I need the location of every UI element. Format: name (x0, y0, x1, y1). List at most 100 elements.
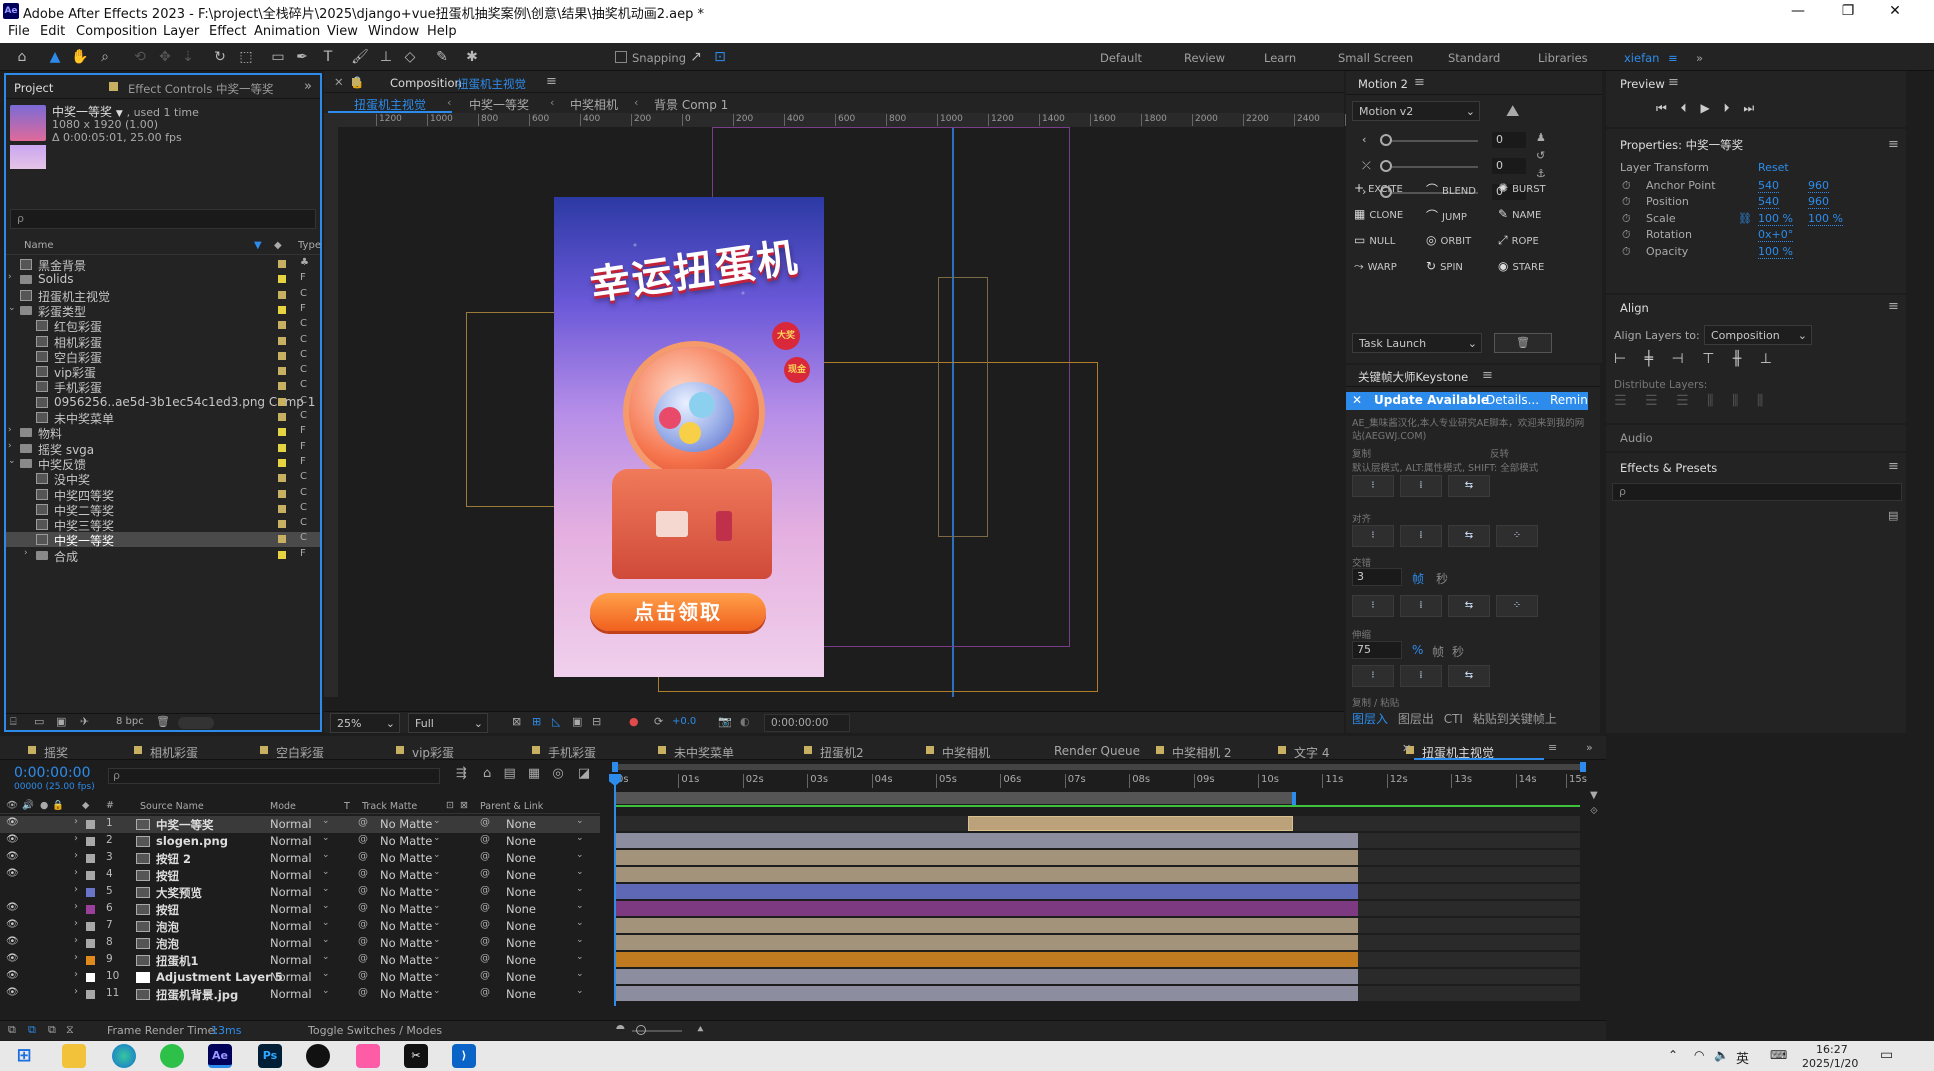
motion-null-button[interactable]: ▭ NULL (1354, 233, 1395, 253)
zoom-select[interactable]: 25% ⌄ (330, 713, 400, 733)
chevron-right-icon[interactable]: › (74, 901, 78, 912)
align-top-icon[interactable]: ⊤ (1702, 351, 1714, 367)
pick-whip-icon[interactable]: @ (480, 817, 490, 828)
parent-select[interactable]: None (506, 834, 536, 848)
keystone-align-button[interactable]: ⁘ (1496, 525, 1538, 547)
pick-whip-icon[interactable]: @ (480, 902, 490, 913)
eraser-tool-icon[interactable]: ◇ (400, 47, 420, 67)
list-item[interactable]: › Solids F (6, 272, 320, 287)
workspace-learn[interactable]: Learn (1264, 51, 1296, 65)
label-color-swatch[interactable] (86, 888, 95, 897)
next-frame-icon[interactable]: ⏵ (1724, 101, 1730, 115)
list-item[interactable]: 空白彩蛋 C (6, 349, 320, 365)
workspace-default[interactable]: Default (1100, 51, 1142, 65)
eye-icon[interactable]: 👁 (6, 817, 19, 828)
motion-name-button[interactable]: ✎ NAME (1498, 207, 1541, 227)
close-tab-icon[interactable]: ✕ (334, 75, 344, 89)
pick-whip-icon[interactable]: @ (480, 919, 490, 930)
tab-project[interactable]: Project (14, 81, 53, 95)
network-icon[interactable]: ◠ (1694, 1048, 1704, 1062)
layer-row[interactable]: 👁 › 10 Adjustment Layer 5 Normal ⌄ @ No Matte ⌄ @… (0, 969, 600, 986)
label-color-swatch[interactable] (278, 458, 286, 467)
layer-row[interactable]: 👁 › 3 按钮 2 Normal ⌄ @ No Matte ⌄ @ None ⌄ (0, 850, 600, 867)
track-matte-select[interactable]: No Matte (380, 970, 432, 984)
list-item[interactable]: ⌄ 中奖反馈 F (6, 456, 320, 472)
navigator-bar[interactable] (614, 764, 1584, 770)
layer-duration-bar[interactable] (614, 935, 1358, 950)
parent-select[interactable]: None (506, 936, 536, 950)
track-matte-select[interactable]: No Matte (380, 936, 432, 950)
align-bottom-icon[interactable]: ⊥ (1760, 351, 1772, 367)
menu-layer[interactable]: Layer (163, 24, 199, 39)
clock-date[interactable]: 2025/1/20 (1802, 1057, 1858, 1070)
distribute-right-icon[interactable]: ⫼ (1757, 393, 1763, 409)
eye-icon[interactable]: 👁 (6, 987, 19, 998)
parent-select[interactable]: None (506, 817, 536, 831)
track-matte-select[interactable]: No Matte (380, 885, 432, 899)
motion-blur-icon[interactable]: ◎ (552, 766, 563, 781)
stagger-input[interactable]: 3 (1352, 568, 1402, 586)
snapping-checkbox[interactable] (615, 51, 627, 63)
home-icon[interactable]: ⌂ (12, 47, 32, 67)
menu-window[interactable]: Window (368, 24, 419, 39)
label-color-swatch[interactable] (278, 351, 286, 360)
motion-rope-button[interactable]: ⤢ ROPE (1498, 233, 1539, 253)
property-value[interactable]: 100 % (1758, 212, 1793, 226)
new-folder-icon[interactable]: ▭ (34, 715, 44, 728)
ease-slider[interactable] (1382, 166, 1478, 168)
chevron-right-icon[interactable]: › (8, 272, 12, 282)
task-select[interactable]: Task Launch ⌄ (1352, 333, 1482, 353)
type-tool-icon[interactable]: T (318, 47, 338, 67)
keystone-align-button[interactable]: ⇆ (1448, 525, 1490, 547)
label-color-swatch[interactable] (278, 474, 286, 483)
list-item[interactable]: vip彩蛋 C (6, 364, 320, 380)
label-color-swatch[interactable] (278, 443, 286, 452)
chevron-right-icon[interactable]: › (74, 850, 78, 861)
motion-excite-button[interactable]: + EXCITE (1354, 181, 1403, 201)
eye-icon[interactable]: 👁 (6, 851, 19, 862)
breadcrumb-3[interactable]: 背景 Comp 1 (654, 96, 728, 113)
after-effects-icon[interactable]: Ae (208, 1044, 232, 1068)
draft-3d-icon[interactable]: ⌂ (483, 766, 491, 781)
anchor-icon[interactable]: ⚓ (1536, 167, 1546, 180)
chevron-right-icon[interactable]: › (74, 935, 78, 946)
stopwatch-icon[interactable]: ⏱ (1622, 195, 1631, 209)
slider-value[interactable]: 0 (1492, 158, 1526, 174)
distribute-bottom-icon[interactable]: ☰ (1676, 393, 1689, 409)
layer-name[interactable]: Adjustment Layer 5 (156, 970, 283, 984)
list-item[interactable]: 0956256..ae5d-3b1ec54c1ed3.png Comp 1C (6, 395, 320, 410)
layer-row[interactable]: 👁 › 8 泡泡 Normal ⌄ @ No Matte ⌄ @ None ⌄ (0, 935, 600, 952)
clone-stamp-tool-icon[interactable]: ⊥ (376, 47, 396, 67)
matte-alpha-icon[interactable]: ⊠ (460, 800, 468, 811)
label-color-swatch[interactable] (278, 504, 286, 513)
label-color-swatch[interactable] (278, 413, 286, 421)
list-item[interactable]: 中奖四等奖 C (6, 487, 320, 503)
label-color-swatch[interactable] (278, 382, 286, 391)
keyboard-icon[interactable]: ⌨ (1770, 1048, 1787, 1062)
motion-delete-button[interactable]: 🗑 (1494, 333, 1552, 353)
zoom-out-icon[interactable]: ⯊ (616, 1023, 625, 1037)
spiral-link-icon[interactable]: @ (358, 851, 368, 862)
stopwatch-icon[interactable]: ⏱ (1622, 228, 1631, 242)
motion-curve-icon[interactable]: ⛰ (1506, 101, 1519, 121)
layer-name[interactable]: 扭蛋机背景.jpg (156, 987, 238, 1003)
bpc-label[interactable]: 8 bpc (116, 716, 144, 727)
motion-spin-button[interactable]: ↻ SPIN (1426, 259, 1463, 279)
photoshop-icon[interactable]: Ps (258, 1044, 282, 1068)
work-area-bar[interactable] (614, 792, 1294, 804)
breadcrumb-1[interactable]: 中奖一等奖 (469, 96, 529, 113)
chevron-down-icon[interactable]: ⌄ (8, 456, 16, 466)
label-color-swatch[interactable] (86, 990, 95, 999)
minimize-button[interactable]: — (1775, 0, 1821, 22)
chevron-right-icon[interactable]: › (8, 441, 12, 451)
marker-icon[interactable]: ▼ (1590, 790, 1598, 801)
layer-row[interactable]: 👁 › 7 泡泡 Normal ⌄ @ No Matte ⌄ @ None ⌄ (0, 918, 600, 935)
workspace-menu-icon[interactable]: ≡ (1668, 51, 1678, 65)
puppet-tool-icon[interactable]: ✱ (462, 47, 482, 67)
stagger-frames[interactable]: 帧 (1412, 570, 1424, 587)
motion-clone-button[interactable]: ▦ CLONE (1354, 207, 1403, 227)
breadcrumb-main[interactable]: 扭蛋机主视觉 (354, 96, 426, 113)
property-value[interactable]: 0x+0° (1758, 228, 1794, 243)
label-color-swatch[interactable] (86, 973, 95, 982)
timeline-tab[interactable]: Render Queue (1054, 744, 1140, 758)
